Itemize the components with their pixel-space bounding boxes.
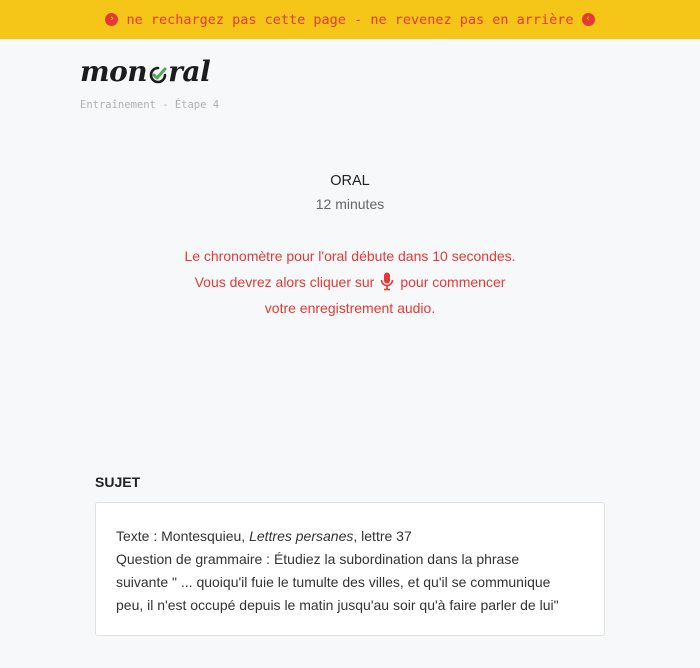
oral-title: ORAL [330,173,370,189]
texte-suffix: , lettre 37 [353,528,412,544]
warning-text: ne rechargez pas cette page - ne revenez… [126,11,574,28]
notice-line-2-start: Vous devrez alors cliquer sur [194,274,375,290]
notice-line-2-end: pour commencer [400,274,506,290]
sujet-question-line-3: peu, il n'est occupé depuis le matin jus… [116,597,559,613]
sujet-label: SUJET [95,474,141,490]
sujet-texte: Texte : Montesquieu, Lettres persanes, l… [116,525,584,548]
sujet-box: Texte : Montesquieu, Lettres persanes, l… [95,502,605,636]
texte-prefix: Texte : Montesquieu, [116,528,250,544]
oral-duration: 12 minutes [315,196,385,212]
notice-line-1: Le chronomètre pour l'oral débute dans 1… [184,248,516,264]
chevron-left-circle-icon: ‹ [581,13,595,26]
microphone-icon [381,272,394,291]
logo-text-mon: mon [80,55,148,88]
sujet-question-line-2: suivante " ... quoiqu'il fuie le tumulte… [116,574,551,590]
texte-title: Lettres persanes [249,528,354,544]
chevron-right-circle-icon: › [105,13,119,26]
logo-text-ral: ral [168,55,211,88]
check-o-icon [149,66,167,84]
notice-line-3: votre enregistrement audio. [264,300,436,316]
warning-banner: › ne rechargez pas cette page - ne reven… [0,0,700,39]
timer-notice: Le chronomètre pour l'oral débute dans 1… [0,243,700,321]
step-subtitle: Entraînement - Étape 4 [80,99,220,111]
logo: mon ral [80,55,211,88]
sujet-question-line-1: Question de grammaire : Étudiez la subor… [116,551,520,567]
notice-line-2: Vous devrez alors cliquer sur pour comme… [0,269,700,295]
